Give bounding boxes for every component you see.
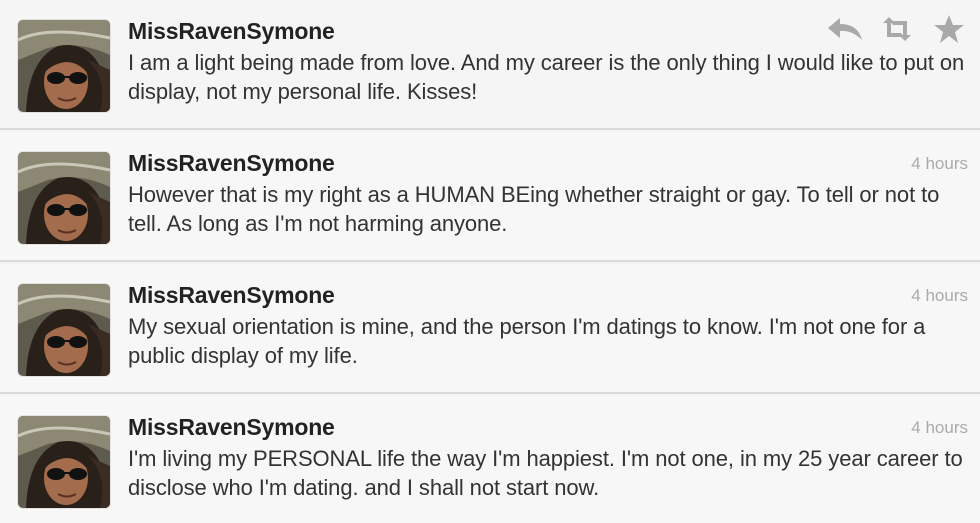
username[interactable]: MissRavenSymone	[128, 414, 335, 441]
timestamp[interactable]: 4 hours	[911, 418, 968, 438]
username[interactable]: MissRavenSymone	[128, 18, 335, 45]
avatar[interactable]	[18, 152, 110, 244]
tweet-text: I am a light being made from love. And m…	[128, 50, 965, 104]
star-icon	[934, 15, 964, 43]
tweet-text: I'm living my PERSONAL life the way I'm …	[128, 446, 963, 500]
tweet-item[interactable]: MissRavenSymone 4 hours My sexual orient…	[0, 264, 980, 394]
timestamp[interactable]: 4 hours	[911, 286, 968, 306]
avatar[interactable]	[18, 20, 110, 112]
tweet-item[interactable]: MissRavenSymone I am a light being made …	[0, 0, 980, 130]
username[interactable]: MissRavenSymone	[128, 150, 335, 177]
retweet-icon	[883, 17, 911, 41]
tweet-item[interactable]: MissRavenSymone 4 hours However that is …	[0, 132, 980, 262]
avatar[interactable]	[18, 416, 110, 508]
tweet-actions	[826, 12, 968, 46]
tweet-item[interactable]: MissRavenSymone 4 hours I'm living my PE…	[0, 396, 980, 523]
tweet-text: My sexual orientation is mine, and the p…	[128, 314, 926, 368]
favorite-button[interactable]	[930, 13, 968, 45]
timestamp[interactable]: 4 hours	[911, 154, 968, 174]
tweet-text: However that is my right as a HUMAN BEin…	[128, 182, 940, 236]
retweet-button[interactable]	[878, 13, 916, 45]
reply-icon	[828, 18, 862, 40]
reply-button[interactable]	[826, 13, 864, 45]
username[interactable]: MissRavenSymone	[128, 282, 335, 309]
avatar[interactable]	[18, 284, 110, 376]
tweet-feed: MissRavenSymone I am a light being made …	[0, 0, 980, 523]
